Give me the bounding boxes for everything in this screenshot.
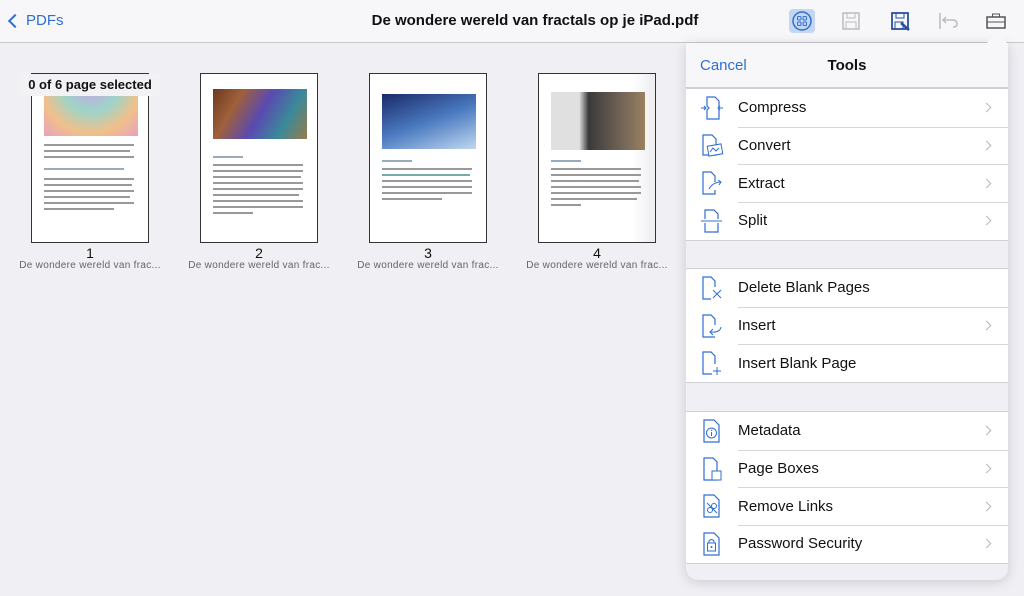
tool-delete-blank-pages[interactable]: Delete Blank Pages — [686, 269, 1008, 307]
save-as-icon — [891, 12, 910, 31]
metadata-icon — [703, 419, 720, 443]
tools-popover: Cancel Tools Compress Convert Extract Sp… — [686, 32, 1008, 580]
page-number: 2 — [255, 245, 263, 261]
back-label: PDFs — [26, 12, 64, 29]
save-icon — [842, 12, 860, 30]
page-number: 4 — [593, 245, 601, 261]
tool-remove-links[interactable]: Remove Links — [686, 487, 1008, 525]
popover-header: Cancel Tools — [686, 43, 1008, 88]
page-caption: De wondere wereld van frac... — [357, 260, 499, 271]
chevron-right-icon — [981, 320, 992, 331]
chevron-right-icon — [981, 463, 992, 474]
save-as-button[interactable] — [887, 9, 913, 33]
chevron-right-icon — [981, 102, 992, 113]
top-bar: PDFs De wondere wereld van fractals op j… — [0, 0, 1024, 43]
page-thumbnail-3[interactable] — [369, 73, 487, 243]
tool-page-boxes[interactable]: Page Boxes — [686, 449, 1008, 488]
tools-group-1: Compress Convert Extract Split — [686, 88, 1008, 241]
page-boxes-icon — [703, 456, 722, 481]
chevron-right-icon — [981, 501, 992, 512]
selection-status: 0 of 6 page selected — [20, 74, 160, 96]
insert-blank-page-icon — [702, 351, 721, 376]
document-title: De wondere wereld van fractals op je iPa… — [371, 12, 699, 29]
tool-insert-blank-page[interactable]: Insert Blank Page — [686, 344, 1008, 382]
page-caption: De wondere wereld van frac... — [19, 260, 161, 271]
undo-icon — [939, 13, 958, 29]
page-thumbnail-1[interactable] — [31, 73, 149, 243]
toolbox-button[interactable] — [983, 9, 1009, 33]
insert-page-icon — [702, 313, 722, 338]
page-image — [551, 92, 645, 150]
grid-view-button[interactable] — [789, 9, 815, 33]
chevron-right-icon — [981, 215, 992, 226]
back-button[interactable]: PDFs — [7, 12, 64, 29]
lock-icon — [703, 532, 720, 556]
page-caption: De wondere wereld van frac... — [526, 260, 668, 271]
page-image — [382, 94, 476, 149]
page-number: 1 — [86, 245, 94, 261]
page-thumbnail-2[interactable] — [200, 73, 318, 243]
grid-view-icon — [792, 11, 812, 31]
tool-convert[interactable]: Convert — [686, 126, 1008, 165]
tools-group-3: Metadata Page Boxes Remove Links Passwor… — [686, 411, 1008, 564]
page-image — [213, 89, 307, 139]
tool-split[interactable]: Split — [686, 202, 1008, 240]
tool-password-security[interactable]: Password Security — [686, 525, 1008, 563]
convert-icon — [702, 133, 724, 157]
tool-insert[interactable]: Insert — [686, 306, 1008, 345]
chevron-right-icon — [981, 140, 992, 151]
tools-group-2: Delete Blank Pages Insert Insert Blank P… — [686, 268, 1008, 384]
tool-compress[interactable]: Compress — [686, 89, 1008, 127]
page-caption: De wondere wereld van frac... — [188, 260, 330, 271]
extract-icon — [702, 171, 722, 195]
undo-button[interactable] — [936, 9, 962, 33]
remove-links-icon — [703, 494, 720, 518]
save-button[interactable] — [838, 9, 864, 33]
page-number: 3 — [424, 245, 432, 261]
chevron-right-icon — [981, 178, 992, 189]
split-icon — [701, 209, 722, 233]
delete-page-icon — [702, 276, 722, 300]
tool-metadata[interactable]: Metadata — [686, 412, 1008, 450]
page-thumbnail-4[interactable] — [538, 73, 656, 243]
chevron-right-icon — [981, 425, 992, 436]
popover-title: Tools — [827, 57, 867, 74]
chevron-right-icon — [981, 538, 992, 549]
tool-extract[interactable]: Extract — [686, 164, 1008, 202]
compress-icon — [701, 96, 723, 120]
toolbox-icon — [986, 13, 1006, 29]
chevron-left-icon — [7, 13, 23, 28]
